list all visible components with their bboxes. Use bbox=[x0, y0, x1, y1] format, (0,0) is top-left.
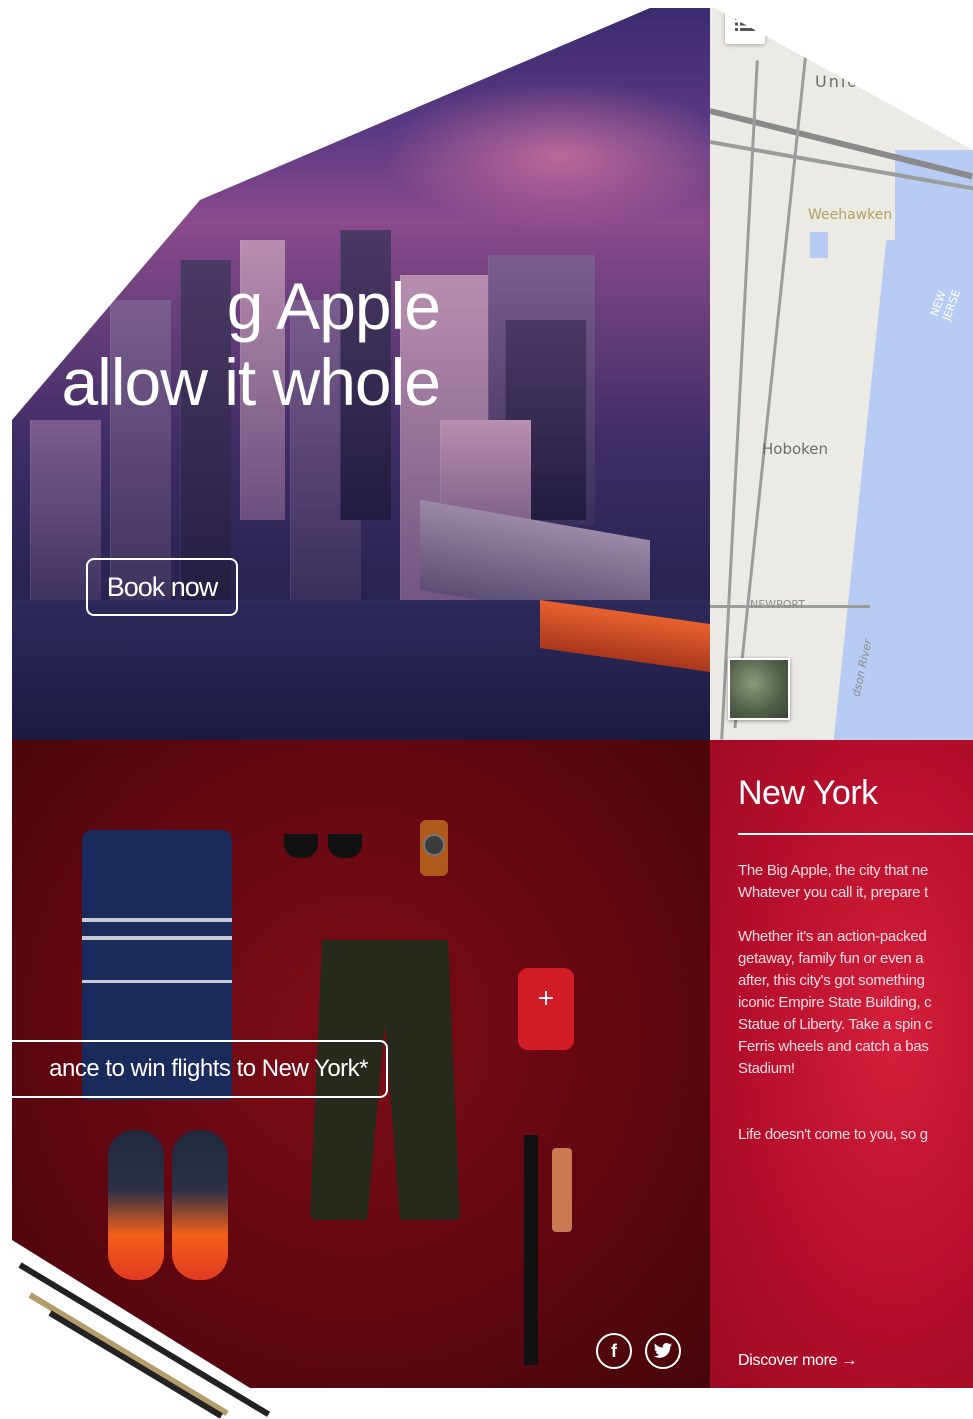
first-aid-pouch bbox=[518, 968, 574, 1050]
road bbox=[720, 60, 759, 740]
book-now-button[interactable]: Book now bbox=[86, 558, 238, 616]
twitter-icon[interactable] bbox=[645, 1333, 681, 1369]
map-label-newport: NEWPORT bbox=[750, 598, 805, 611]
sky-glow bbox=[380, 80, 710, 230]
destination-info-panel: New York The Big Apple, the city that ne… bbox=[710, 740, 973, 1388]
sneaker bbox=[108, 1130, 164, 1280]
list-icon bbox=[735, 16, 755, 36]
sneaker bbox=[172, 1130, 228, 1280]
satellite-view-toggle[interactable] bbox=[728, 658, 790, 720]
sunglasses bbox=[284, 834, 364, 860]
bike-pump bbox=[524, 1135, 538, 1365]
map-label-hoboken: Hoboken bbox=[762, 440, 829, 458]
watch bbox=[420, 820, 448, 876]
road bbox=[733, 31, 810, 729]
map[interactable]: Unio Weehawken Hoboken NEWPORT dson Rive… bbox=[710, 8, 973, 740]
divider bbox=[738, 833, 973, 835]
pond-water bbox=[810, 232, 828, 258]
tape bbox=[552, 1148, 572, 1232]
hero-title: g Apple allow it whole bbox=[61, 269, 441, 419]
hero-image: g Apple allow it whole Book now bbox=[12, 8, 710, 740]
page-canvas: g Apple allow it whole Book now Unio Wee… bbox=[12, 8, 973, 1388]
win-flights-button[interactable]: ance to win flights to New York* bbox=[12, 1040, 388, 1098]
discover-more-link[interactable]: Discover more → bbox=[738, 1352, 857, 1370]
info-paragraph-3: Life doesn't come to you, so g bbox=[738, 1126, 928, 1143]
info-paragraph-2: Whether it's an action-packed getaway, f… bbox=[738, 928, 933, 1077]
map-label-weehawken: Weehawken bbox=[808, 207, 893, 223]
destination-title: New York bbox=[738, 774, 878, 812]
map-menu-button[interactable] bbox=[725, 8, 765, 44]
map-label-union: Unio bbox=[815, 72, 860, 91]
info-paragraph-1: The Big Apple, the city that ne Whatever… bbox=[738, 862, 928, 901]
facebook-icon[interactable]: f bbox=[596, 1333, 632, 1369]
